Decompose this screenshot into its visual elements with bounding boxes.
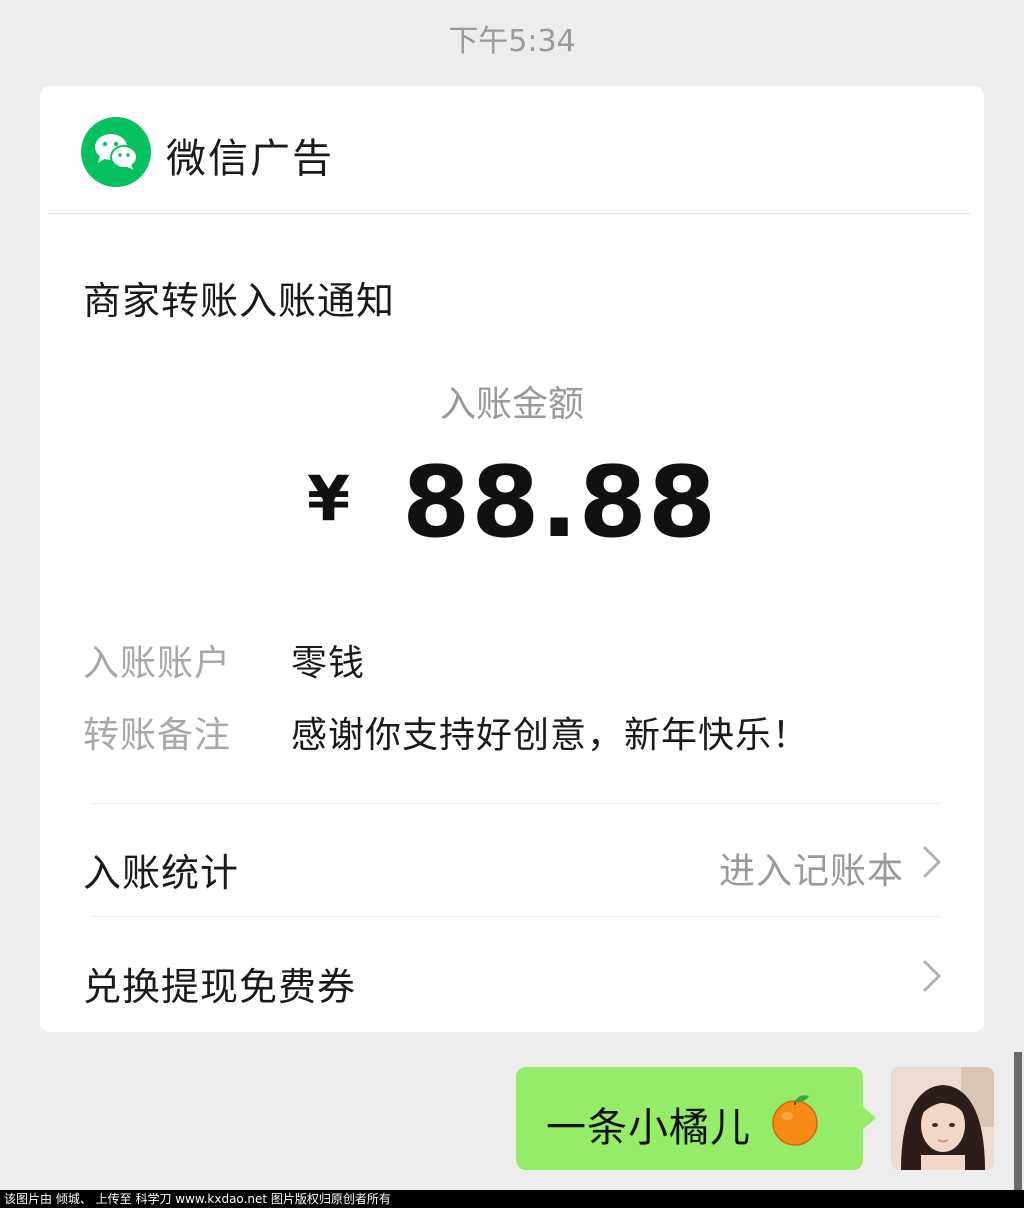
account-label: 入账账户: [83, 643, 232, 684]
message-text: 一条小橘儿: [546, 1105, 751, 1151]
chevron-right-icon: [923, 846, 941, 878]
amount-value: 88.88: [402, 446, 718, 560]
user-avatar[interactable]: [891, 1067, 994, 1170]
stats-divider: [90, 916, 940, 917]
chat-message-bubble[interactable]: 一条小橘儿: [516, 1067, 863, 1170]
card-header[interactable]: 微信广告: [40, 86, 984, 213]
chevron-right-icon: [923, 960, 941, 992]
header-divider: [47, 213, 972, 214]
ledger-link[interactable]: 进入记账本: [719, 842, 904, 894]
amount-label: 入账金额: [439, 384, 584, 425]
message-timestamp: 下午5:34: [448, 24, 576, 59]
account-value: 零钱: [291, 643, 366, 684]
notice-title: 商家转账入账通知: [83, 279, 396, 323]
amount-row: ¥88.88: [40, 446, 984, 566]
scrollbar[interactable]: [1014, 1052, 1022, 1192]
sender-name: 微信广告: [166, 136, 334, 182]
tangerine-icon: [772, 1095, 818, 1146]
free-coupon-title: 兑换提现免费券: [83, 965, 357, 1009]
watermark-bar: 该图片由 倾城、 上传至 科学刀 www.kxdao.net 图片版权归原创者所…: [0, 1190, 1024, 1208]
wechat-logo-icon: [81, 117, 151, 187]
currency-symbol: ¥: [306, 462, 351, 535]
remark-value: 感谢你支持好创意，新年快乐！: [291, 715, 810, 756]
income-stats-title: 入账统计: [83, 851, 240, 895]
transfer-notification-card[interactable]: 微信广告 商家转账入账通知 入账金额 ¥88.88 入账账户 零钱 转账备注 感…: [40, 86, 984, 1032]
bubble-tail: [862, 1106, 876, 1130]
details-divider: [90, 803, 940, 804]
remark-label: 转账备注: [83, 715, 232, 756]
